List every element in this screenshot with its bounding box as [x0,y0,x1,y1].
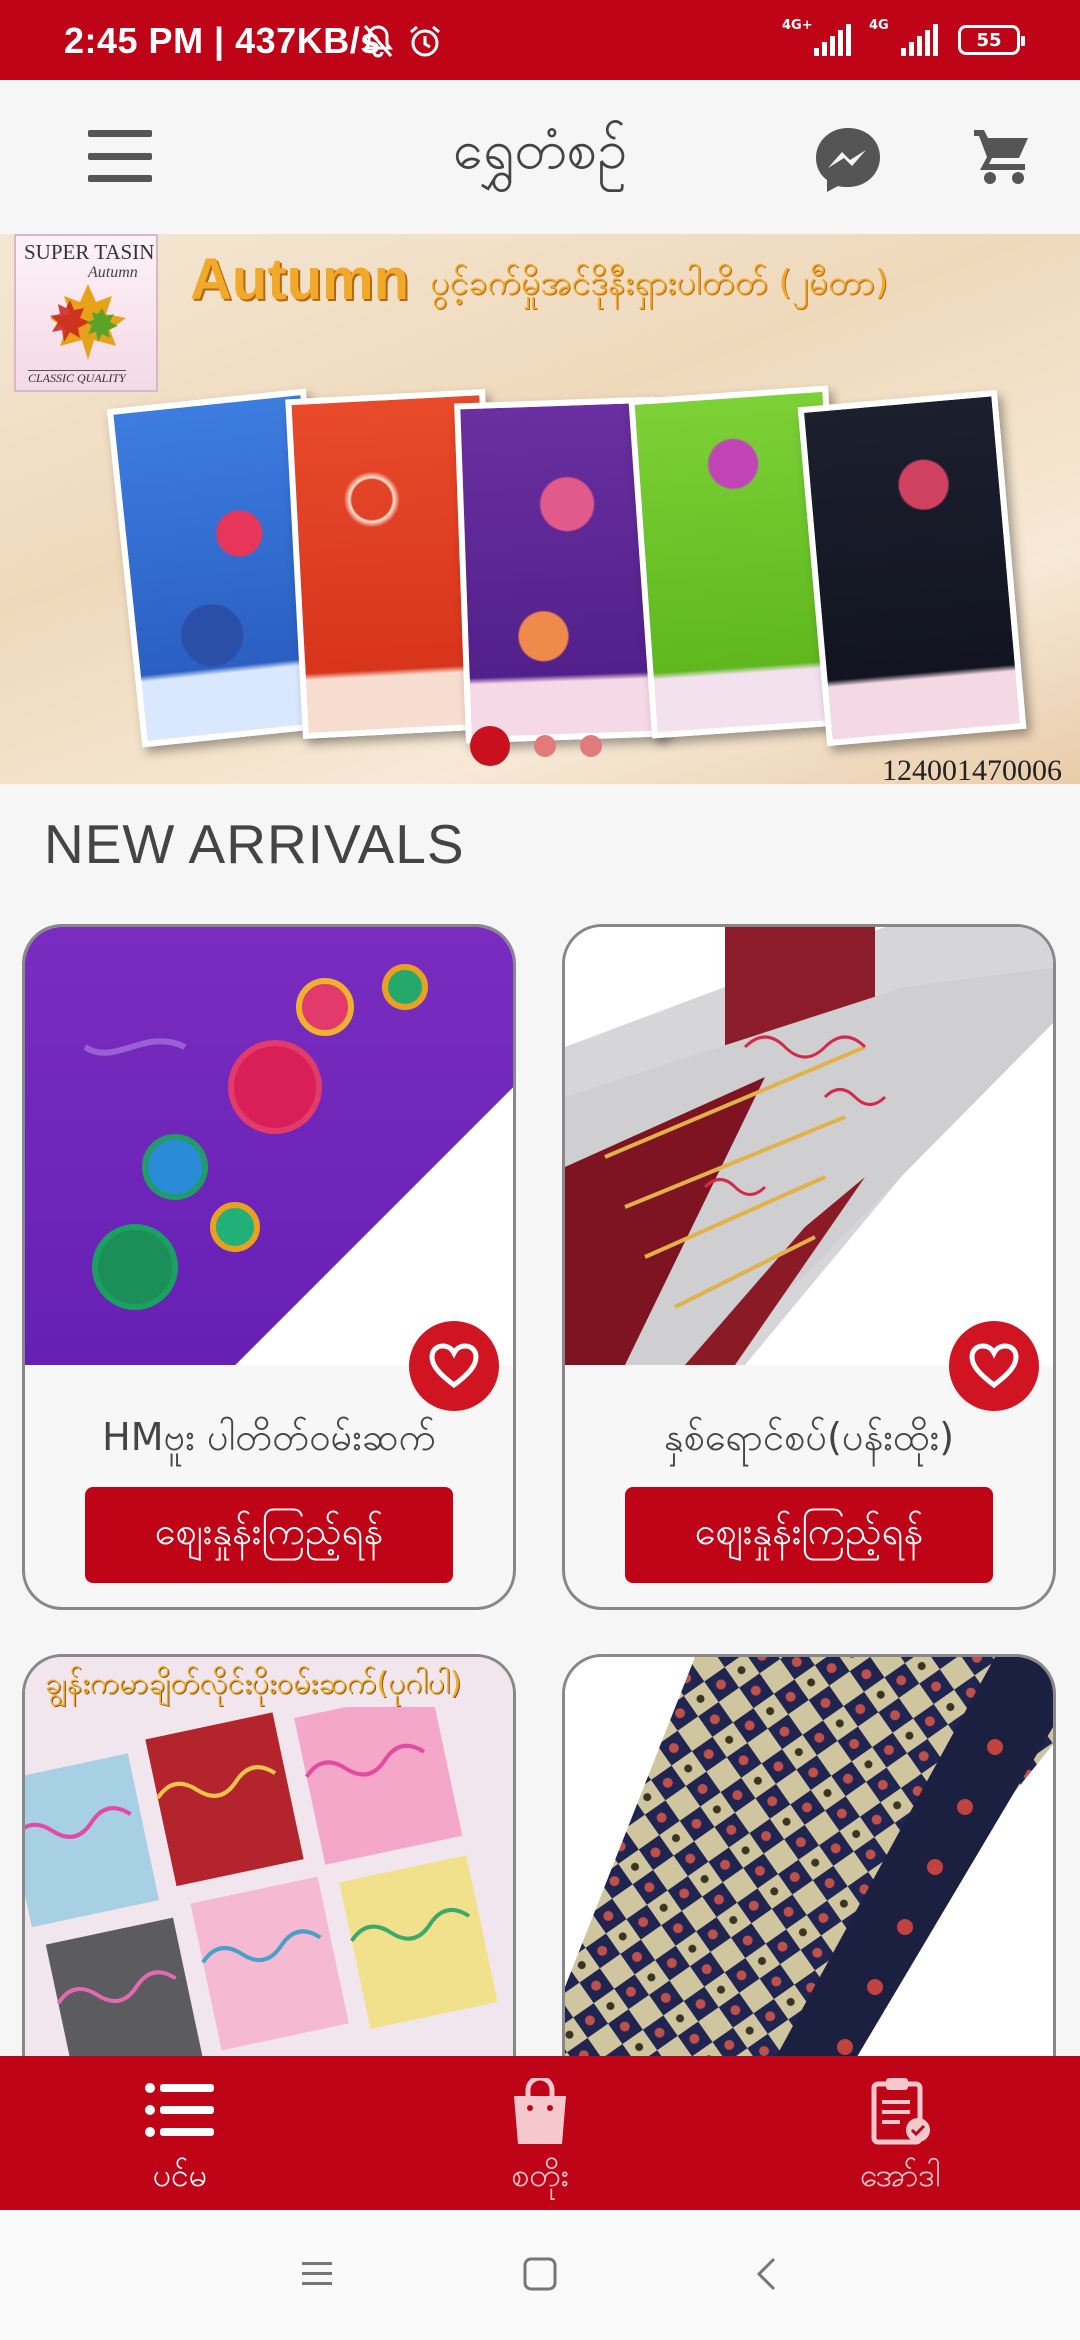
status-time: 2:45 PM | 437KB/s [64,20,381,61]
maple-leaf-icon [50,284,126,360]
nav-label: အော်ဒါ [859,2156,941,2194]
fabric-pattern [565,927,1053,1365]
battery-level: 55 [976,29,1002,51]
product-name: HMဗူး ပါတိတ်ဝမ်းဆက် [102,1415,436,1459]
product-image [565,1657,1053,2077]
signal-icon: 4G [869,18,938,56]
carousel-dot[interactable] [470,726,510,766]
nav-label: ပင်မ [152,2156,208,2194]
alarm-icon [410,25,440,57]
product-name: နှစ်ရောင်စပ်(ပန်းထိုး) [663,1415,955,1459]
promo-banner[interactable]: SUPER TASIN Autumn CLASSIC QUALITY Autum… [0,234,1080,784]
favorite-button[interactable] [409,1321,499,1411]
banner-subheadline: ပွင့်ခက်မှိုအင်ဒိုနီးရှားပါတိတ် (၂မီတာ) [430,263,889,303]
signal-icon: 4G+ [782,18,851,56]
brand-logo: SUPER TASIN Autumn CLASSIC QUALITY [14,234,158,392]
heart-icon [429,1343,479,1389]
carousel-dot[interactable] [534,735,556,757]
nav-item-store[interactable]: စတိုး [440,2056,640,2210]
system-nav-bar [0,2210,1080,2340]
home-icon[interactable] [522,2256,558,2292]
fabric-pattern [565,1657,1053,2077]
product-code: 124001470006 [882,754,1062,784]
product-card[interactable]: HMဗူး ပါတိတ်ဝမ်းဆက် စျေးနှုန်းကြည့်ရန် [22,924,516,1610]
clipboard-check-icon [871,2078,930,2145]
bottom-nav: ပင်မ စတိုး အော်ဒါ [0,2056,1080,2210]
view-price-button[interactable]: စျေးနှုန်းကြည့်ရန် [85,1487,453,1583]
banner-headline: Autumn [190,247,410,312]
favorite-button[interactable] [949,1321,1039,1411]
app-bar: ရွှေတံစဥ် [0,80,1080,234]
product-image [25,927,513,1365]
carousel-indicator [470,726,602,766]
nav-label: စတိုး [511,2156,569,2194]
nav-item-orders[interactable]: အော်ဒါ [800,2056,1000,2210]
fabric-pattern [25,1707,498,2077]
menu-icon[interactable] [88,130,152,182]
nav-item-home[interactable]: ပင်မ [80,2056,280,2210]
bell-off-icon [363,25,393,58]
status-bar: 2:45 PM | 437KB/s 4G+ 4G 55 [0,0,1080,80]
carousel-dot[interactable] [580,735,602,757]
product-image: ချွန်းကမာချိတ်လိုင်းပိုးဝမ်းဆက်(ပုဂါပါ) [25,1657,513,2077]
shopping-bag-icon [514,2078,566,2144]
back-icon[interactable] [754,2256,778,2292]
section-title: NEW ARRIVALS [44,813,465,875]
product-card[interactable]: နှစ်ရောင်စပ်(ပန်းထိုး) စျေးနှုန်းကြည့်ရန… [562,924,1056,1610]
fabric-pattern [83,964,428,1310]
battery-icon: 55 [958,25,1025,55]
recents-icon[interactable] [300,2256,334,2290]
app-title: ရွှေတံစဥ် [452,118,628,181]
fabric-image [797,389,1027,747]
cart-icon[interactable] [970,124,1034,188]
messenger-icon[interactable] [812,124,884,196]
product-image [565,927,1053,1365]
heart-icon [969,1343,1019,1389]
view-price-button[interactable]: စျေးနှုန်းကြည့်ရန် [625,1487,993,1583]
list-icon [145,2083,214,2137]
product-name: ချွန်းကမာချိတ်လိုင်းပိုးဝမ်းဆက်(ပုဂါပါ) [45,1666,462,1701]
